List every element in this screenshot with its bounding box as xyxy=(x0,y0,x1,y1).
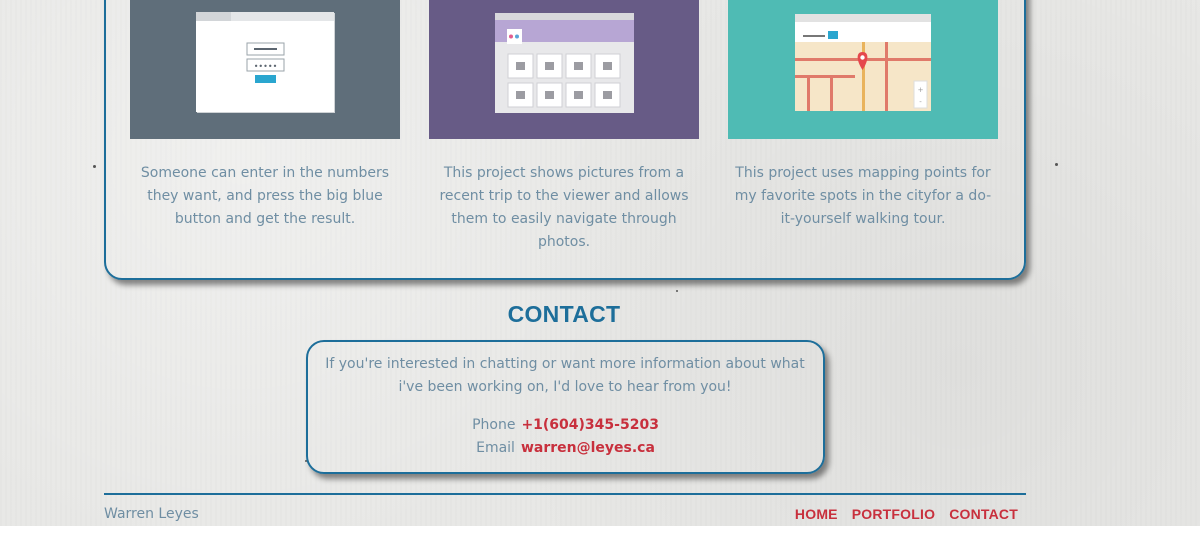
contact-phone-row: Phone +1(604)345-5203 xyxy=(306,415,825,435)
footer-nav: HOME PORTFOLIO CONTACT xyxy=(795,506,1018,522)
contact-intro: If you're interested in chatting or want… xyxy=(325,356,805,395)
map-icon: + - xyxy=(795,14,931,111)
email-label: Email xyxy=(476,440,515,456)
contact-heading: CONTACT xyxy=(507,301,621,327)
project-description: Someone can enter in the numbers they wa… xyxy=(140,165,390,227)
footer-nav-contact[interactable]: CONTACT xyxy=(949,506,1018,522)
project-thumbnail-gallery[interactable] xyxy=(429,0,699,139)
footer-nav-home[interactable]: HOME xyxy=(795,506,838,522)
login-form-icon: ••••• xyxy=(196,12,335,113)
svg-text:+: + xyxy=(918,86,924,94)
email-link[interactable]: warren@leyes.ca xyxy=(521,440,655,456)
phone-label: Phone xyxy=(472,417,516,433)
footer-divider xyxy=(104,493,1026,495)
footer-owner-name: Warren Leyes xyxy=(104,506,199,522)
contact-email-row: Email warren@leyes.ca xyxy=(306,438,825,458)
photo-gallery-icon xyxy=(495,13,634,113)
phone-link[interactable]: +1(604)345-5203 xyxy=(521,417,659,433)
paper-speck xyxy=(676,290,678,292)
project-thumbnail-calculator[interactable]: ••••• xyxy=(130,0,400,139)
project-description: This project shows pictures from a recen… xyxy=(439,165,689,250)
svg-text:•••••: ••••• xyxy=(254,62,278,71)
footer-nav-portfolio[interactable]: PORTFOLIO xyxy=(852,506,935,522)
paper-speck xyxy=(93,165,96,168)
paper-speck xyxy=(1055,163,1058,166)
project-description: This project uses mapping points for my … xyxy=(734,165,992,227)
project-thumbnail-map[interactable]: + - xyxy=(728,0,998,139)
